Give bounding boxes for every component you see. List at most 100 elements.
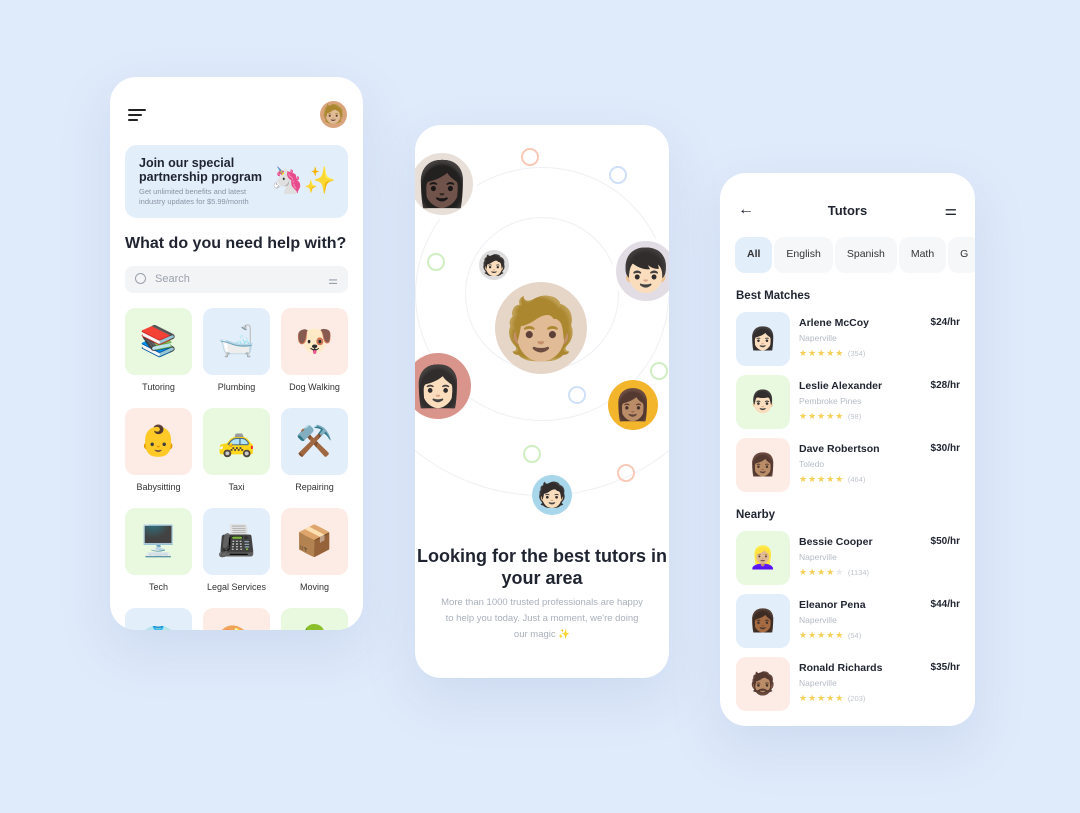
category-item[interactable]: 📚 Tutoring	[125, 308, 192, 408]
orbit-dot	[521, 148, 539, 166]
review-count: (1134)	[847, 568, 869, 577]
tutor-price: $50/hr	[930, 536, 960, 547]
filter-chip[interactable]: Math	[898, 237, 947, 273]
tutor-city: Naperville	[799, 678, 837, 688]
category-item[interactable]: 🎨	[203, 608, 270, 630]
user-avatar[interactable]: 🧑🏼	[320, 101, 347, 128]
tutor-name: Ronald Richards	[799, 662, 883, 674]
category-icon: 📚	[125, 308, 192, 375]
tutor-photo: 🧑🏼	[495, 282, 587, 374]
loading-subtitle: More than 1000 trusted professionals are…	[441, 597, 643, 640]
tutor-avatar: 👨🏻	[736, 375, 790, 429]
loading-title: Looking for the best tutors in your area	[417, 546, 667, 588]
category-label: Repairing	[295, 482, 334, 492]
review-count: (203)	[847, 694, 866, 703]
filter-icon[interactable]: ⚌	[328, 274, 338, 287]
tutor-city: Naperville	[799, 615, 837, 625]
category-item[interactable]: 🖥️ Tech	[125, 508, 192, 608]
category-label: Taxi	[228, 482, 245, 492]
category-icon: 🎨	[203, 608, 270, 630]
page-heading: What do you need help with?	[125, 235, 347, 252]
star-rating: ★★★★★ (354)	[799, 348, 866, 358]
promo-text: Get unlimited benefits and latest indust…	[139, 187, 249, 206]
tutor-row[interactable]: 👩🏾 Eleanor Pena $44/hr Naperville ★★★★★ (54)	[736, 594, 960, 650]
tutor-name: Bessie Cooper	[799, 536, 873, 548]
review-count: (98)	[847, 412, 862, 421]
category-item[interactable]: 👶 Babysitting	[125, 408, 192, 508]
category-icon: 🐶	[281, 308, 348, 375]
tutor-price: $30/hr	[930, 443, 960, 454]
star-rating: ★★★★★ (1134)	[799, 567, 869, 577]
filter-chip[interactable]: G	[948, 237, 975, 273]
review-count: (464)	[847, 475, 866, 484]
category-icon: 🛁	[203, 308, 270, 375]
tutor-row[interactable]: 🧔🏽 Ronald Richards $35/hr Naperville ★★★★★ (…	[736, 657, 960, 713]
promo-title: Join our special partnership program	[139, 156, 262, 184]
search-input[interactable]: Search ⚌	[125, 266, 348, 293]
tutor-avatar: 👩🏾	[736, 594, 790, 648]
category-icon: 🌳	[281, 608, 348, 630]
tutor-avatar: 🧔🏽	[736, 657, 790, 711]
tutor-name: Arlene McCoy	[799, 317, 870, 329]
filter-icon[interactable]: ⚌	[944, 202, 957, 219]
tutor-name: Eleanor Pena	[799, 599, 866, 611]
category-item[interactable]: 📦 Moving	[281, 508, 348, 608]
category-icon: 🖥️	[125, 508, 192, 575]
category-label: Tech	[148, 582, 168, 592]
search-placeholder: Search	[155, 273, 190, 285]
unicorn-icon: 🦄✨	[271, 165, 336, 195]
category-label: Dog Walking	[289, 382, 340, 392]
filter-chip[interactable]: All	[735, 237, 773, 273]
star-rating: ★★★★★ (98)	[799, 411, 862, 421]
orbit-dot	[650, 362, 668, 380]
star-rating: ★★★★★ (464)	[799, 474, 866, 484]
category-item[interactable]: 🌳	[281, 608, 348, 630]
tutors-screen: ← Tutors ⚌ All English Spanish Math G Best M…	[720, 173, 975, 726]
category-item[interactable]: 🚕 Taxi	[203, 408, 270, 508]
filter-chip[interactable]: English	[774, 237, 833, 273]
tutor-row[interactable]: 👱🏼‍♀️ Bessie Cooper $50/hr Naperville ★★★★★ …	[736, 531, 960, 587]
category-item[interactable]: 📠 Legal Services	[203, 508, 270, 608]
star-rating: ★★★★★ (203)	[799, 693, 866, 703]
tutor-photo: 🧑🏻	[532, 475, 572, 515]
subject-filters: All English Spanish Math G	[735, 237, 975, 273]
category-label: Moving	[299, 582, 329, 592]
search-icon	[135, 273, 146, 284]
tutor-city: Pembroke Pines	[799, 396, 862, 406]
tutor-avatar: 👩🏻	[736, 312, 790, 366]
category-icon: 🚕	[203, 408, 270, 475]
tutor-avatar: 👩🏽	[736, 438, 790, 492]
category-item[interactable]: 🛁 Plumbing	[203, 308, 270, 408]
category-icon: 👶	[125, 408, 192, 475]
best-matches-heading: Best Matches	[736, 290, 811, 302]
partnership-banner[interactable]: Join our special partnership program Get…	[125, 145, 348, 218]
menu-icon[interactable]	[128, 109, 146, 124]
review-count: (54)	[847, 631, 862, 640]
orbit-dot	[523, 445, 541, 463]
category-label: Legal Services	[206, 582, 267, 592]
category-item[interactable]: 🐶 Dog Walking	[281, 308, 348, 408]
tutor-name: Leslie Alexander	[799, 380, 883, 392]
category-item[interactable]: ⚒️ Repairing	[281, 408, 348, 508]
category-item[interactable]: 👕	[125, 608, 192, 630]
loading-screen: 🧑🏼 👩🏿 👦🏻 🧑🏻 👩🏻 👩🏽 🧑🏻 Looking for the bes…	[415, 125, 669, 678]
orbit-dot	[617, 464, 635, 482]
category-icon: 👕	[125, 608, 192, 630]
screen-title: Tutors	[827, 203, 868, 218]
tutor-photo: 🧑🏻	[479, 250, 509, 280]
tutor-price: $35/hr	[930, 662, 960, 673]
filter-chip[interactable]: Spanish	[834, 237, 897, 273]
orbit-dot	[609, 166, 627, 184]
tutor-city: Naperville	[799, 333, 837, 343]
category-label: Tutoring	[142, 382, 175, 392]
category-grid: 📚 Tutoring 🛁 Plumbing 🐶 Dog Walking 👶 Babysitti…	[125, 308, 351, 630]
tutor-city: Naperville	[799, 552, 837, 562]
tutor-row[interactable]: 👨🏻 Leslie Alexander $28/hr Pembroke Pines ★★…	[736, 375, 960, 431]
tutor-photo: 👩🏽	[608, 380, 658, 430]
tutor-row[interactable]: 👩🏻 Arlene McCoy $24/hr Naperville ★★★★★ (354…	[736, 312, 960, 368]
tutor-price: $24/hr	[930, 317, 960, 328]
star-rating: ★★★★★ (54)	[799, 630, 862, 640]
home-screen: 🧑🏼 Join our special partnership program …	[110, 77, 363, 630]
tutor-row[interactable]: 👩🏽 Dave Robertson $30/hr Toledo ★★★★★ (464)	[736, 438, 960, 494]
nearby-heading: Nearby	[736, 509, 775, 521]
